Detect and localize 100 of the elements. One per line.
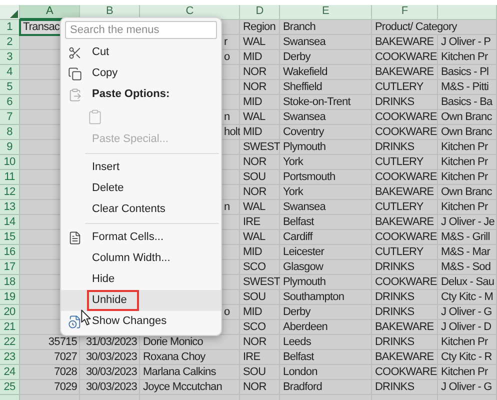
row-header[interactable]: 20 xyxy=(0,305,20,320)
document-icon xyxy=(68,230,82,244)
table-cell: MID xyxy=(240,305,280,320)
table-cell: COOKWARE xyxy=(372,365,438,380)
table-cell: M&S - Sod xyxy=(438,260,497,275)
menu-item[interactable]: Copy xyxy=(61,63,221,84)
menu-item[interactable]: Delete xyxy=(61,178,221,199)
row-header[interactable]: 3 xyxy=(0,50,20,65)
table-cell: 30/03/2023 xyxy=(80,365,140,380)
row-header[interactable]: 4 xyxy=(0,65,20,80)
row-header[interactable]: 14 xyxy=(0,215,20,230)
table-cell: J Oliver - D xyxy=(438,320,497,335)
row-header[interactable]: 17 xyxy=(0,260,20,275)
row-header[interactable]: 22 xyxy=(0,335,20,350)
table-cell: Derby xyxy=(280,50,372,65)
row-header[interactable]: 24 xyxy=(0,365,20,380)
column-header[interactable]: D xyxy=(240,5,280,20)
table-cell: WAL xyxy=(240,110,280,125)
row-header[interactable]: 2 xyxy=(0,35,20,50)
table-cell: BAKEWARE xyxy=(372,35,438,50)
table-cell: DRINKS xyxy=(372,335,438,350)
menu-item[interactable]: Format Cells... xyxy=(61,227,221,248)
table-cell: COOKWARE xyxy=(372,275,438,290)
table-cell: J Oliver - G xyxy=(438,305,497,320)
mouse-pointer-icon xyxy=(81,309,91,326)
row-header[interactable]: 11 xyxy=(0,170,20,185)
table-cell: Plymouth xyxy=(280,275,372,290)
column-header[interactable]: A xyxy=(20,5,80,20)
menu-item[interactable]: Column Width... xyxy=(61,248,221,269)
table-cell: SOU xyxy=(240,290,280,305)
table-cell: Delux - Sau xyxy=(438,275,497,290)
table-cell: Aberdeen xyxy=(280,320,372,335)
select-all-corner[interactable] xyxy=(0,5,20,20)
table-cell: 30/03/2023 xyxy=(80,380,140,395)
row-header[interactable]: 23 xyxy=(0,350,20,365)
scissors-icon xyxy=(68,46,82,60)
table-cell: Bradford xyxy=(280,380,372,395)
table-cell: J Oliver - Je xyxy=(438,215,497,230)
table-cell: London xyxy=(280,365,372,380)
row-header[interactable]: 18 xyxy=(0,275,20,290)
table-cell: Leeds xyxy=(280,335,372,350)
table-cell: Own Branc xyxy=(438,185,497,200)
annotation-rectangle xyxy=(87,290,139,311)
row-header[interactable]: 8 xyxy=(0,125,20,140)
table-cell: Kitchen Pr xyxy=(438,155,497,170)
table-cell: CUTLERY xyxy=(372,80,438,95)
row-header[interactable]: 6 xyxy=(0,95,20,110)
table-cell: Kitchen Pr xyxy=(438,170,497,185)
menu-item[interactable]: Hide xyxy=(61,269,221,290)
table-cell: COOKWARE xyxy=(372,125,438,140)
table-cell: Basics - Ba xyxy=(438,95,497,110)
row-header[interactable]: 15 xyxy=(0,230,20,245)
column-header[interactable]: F xyxy=(372,5,438,20)
table-cell: Coventry xyxy=(280,125,372,140)
table-cell: 7028 xyxy=(20,365,80,380)
table-cell: 31/03/2023 xyxy=(80,335,140,350)
table-cell: SCO xyxy=(240,260,280,275)
row-header[interactable]: 16 xyxy=(0,245,20,260)
row-header[interactable]: 10 xyxy=(0,155,20,170)
column-heading: Region xyxy=(240,20,280,35)
table-cell: BAKEWARE xyxy=(372,65,438,80)
row-header[interactable]: 7 xyxy=(0,110,20,125)
table-cell: 7027 xyxy=(20,350,80,365)
row-header[interactable]: 19 xyxy=(0,290,20,305)
table-cell: BAKEWARE xyxy=(372,215,438,230)
table-cell: Cty Kitc - M xyxy=(438,290,497,305)
row-header[interactable]: 25 xyxy=(0,380,20,395)
row-header[interactable]: 21 xyxy=(0,320,20,335)
table-cell: York xyxy=(280,155,372,170)
column-heading: Product/ Category xyxy=(372,20,497,35)
table-cell: CUTLERY xyxy=(372,245,438,260)
table-cell: Belfast xyxy=(280,350,372,365)
row-header[interactable]: 5 xyxy=(0,80,20,95)
row-header[interactable]: 1 xyxy=(0,20,20,35)
table-cell: Own Branc xyxy=(438,110,497,125)
table-cell: M&S - Pitti xyxy=(438,80,497,95)
row-header[interactable]: 12 xyxy=(0,185,20,200)
row-header[interactable]: 9 xyxy=(0,140,20,155)
menu-item[interactable]: Unhide xyxy=(61,290,221,311)
search-field[interactable]: Search the menus xyxy=(65,21,217,39)
menu-item[interactable]: Insert xyxy=(61,157,221,178)
table-cell: MID xyxy=(240,245,280,260)
clock-document-icon xyxy=(68,314,82,328)
table-cell: Southampton xyxy=(280,290,372,305)
table-cell: Wakefield xyxy=(280,65,372,80)
table-cell: NOR xyxy=(240,80,280,95)
column-header[interactable] xyxy=(438,5,497,20)
table-cell: DRINKS xyxy=(372,290,438,305)
table-cell: Plymouth xyxy=(280,140,372,155)
table-cell: Swansea xyxy=(280,35,372,50)
table-cell: COOKWARE xyxy=(372,230,438,245)
column-header[interactable]: E xyxy=(280,5,372,20)
table-cell: IRE xyxy=(240,350,280,365)
table-cell: SWEST xyxy=(240,275,280,290)
table-cell: Belfast xyxy=(280,215,372,230)
row-header[interactable]: 13 xyxy=(0,200,20,215)
table-cell: Kitchen Pr xyxy=(438,50,497,65)
table-cell: IRE xyxy=(240,215,280,230)
table-cell: J Oliver - G xyxy=(438,380,497,395)
table-cell: MID xyxy=(240,50,280,65)
